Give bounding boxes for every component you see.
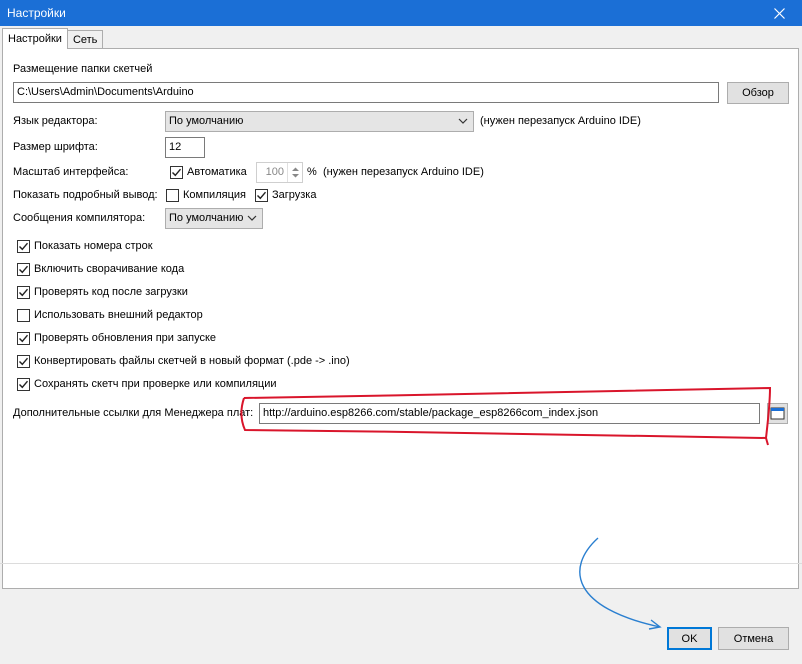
- option-check-updates-checkbox[interactable]: [17, 332, 30, 345]
- window-title: Настройки: [7, 6, 66, 20]
- scale-unit: %: [307, 166, 317, 178]
- editor-language-value: По умолчанию: [169, 115, 244, 127]
- option-verify-upload-checkbox[interactable]: [17, 286, 30, 299]
- scale-auto-checkbox[interactable]: [170, 166, 183, 179]
- checkmark-icon: [19, 288, 29, 297]
- board-urls-edit-button[interactable]: [767, 403, 788, 424]
- tab-settings[interactable]: Настройки: [2, 28, 68, 49]
- scale-note: (нужен перезапуск Arduino IDE): [323, 166, 484, 178]
- chevron-down-icon: [458, 118, 468, 124]
- cancel-button[interactable]: Отмена: [718, 627, 789, 650]
- verbose-compile-checkbox[interactable]: [166, 189, 179, 202]
- checkmark-icon: [19, 242, 29, 251]
- window-edit-icon: [770, 407, 785, 420]
- ok-button[interactable]: OK: [667, 627, 712, 650]
- option-external-editor-label: Использовать внешний редактор: [34, 309, 203, 321]
- option-external-editor-checkbox[interactable]: [17, 309, 30, 322]
- option-line-numbers-checkbox[interactable]: [17, 240, 30, 253]
- sketchbook-label: Размещение папки скетчей: [13, 63, 153, 75]
- editor-language-label: Язык редактора:: [13, 115, 98, 127]
- settings-panel: Размещение папки скетчей C:\Users\Admin\…: [2, 48, 799, 589]
- editor-language-select[interactable]: По умолчанию: [165, 111, 474, 132]
- chevron-down-icon: [247, 215, 257, 221]
- checkmark-icon: [257, 191, 267, 200]
- editor-language-note: (нужен перезапуск Arduino IDE): [480, 115, 641, 127]
- checkmark-icon: [19, 380, 29, 389]
- spinner-arrows-icon[interactable]: [287, 163, 302, 182]
- title-bar: Настройки: [0, 0, 802, 26]
- compiler-warnings-value: По умолчанию: [169, 212, 244, 224]
- close-icon: [773, 7, 785, 19]
- option-convert-sketches-label: Конвертировать файлы скетчей в новый фор…: [34, 355, 350, 367]
- verbose-label: Показать подробный вывод:: [13, 189, 158, 201]
- browse-button[interactable]: Обзор: [727, 82, 789, 104]
- option-save-on-verify-checkbox[interactable]: [17, 378, 30, 391]
- scale-auto-label: Автоматика: [187, 166, 247, 178]
- compiler-warnings-select[interactable]: По умолчанию: [165, 208, 263, 229]
- verbose-upload-checkbox[interactable]: [255, 189, 268, 202]
- tab-network[interactable]: Сеть: [66, 30, 104, 49]
- font-size-label: Размер шрифта:: [13, 141, 98, 153]
- checkmark-icon: [19, 265, 29, 274]
- verbose-upload-label: Загрузка: [272, 189, 317, 201]
- checkmark-icon: [172, 168, 182, 177]
- footer-divider: [0, 563, 802, 564]
- option-line-numbers-label: Показать номера строк: [34, 240, 153, 252]
- option-save-on-verify-label: Сохранять скетч при проверке или компиля…: [34, 378, 277, 390]
- sketchbook-path-input[interactable]: C:\Users\Admin\Documents\Arduino: [13, 82, 719, 103]
- scale-label: Масштаб интерфейса:: [13, 166, 129, 178]
- compiler-warnings-label: Сообщения компилятора:: [13, 212, 146, 224]
- board-urls-label: Дополнительные ссылки для Менеджера плат…: [13, 407, 254, 419]
- tab-strip: Настройки Сеть: [2, 28, 104, 49]
- option-code-folding-checkbox[interactable]: [17, 263, 30, 276]
- checkmark-icon: [19, 334, 29, 343]
- option-code-folding-label: Включить сворачивание кода: [34, 263, 185, 275]
- font-size-input[interactable]: 12: [165, 137, 205, 158]
- checkmark-icon: [19, 357, 29, 366]
- verbose-compile-label: Компиляция: [183, 189, 246, 201]
- option-verify-upload-label: Проверять код после загрузки: [34, 286, 188, 298]
- scale-value: 100: [265, 166, 284, 178]
- scale-spinner[interactable]: 100: [256, 162, 303, 183]
- option-convert-sketches-checkbox[interactable]: [17, 355, 30, 368]
- dialog-body: Настройки Сеть Размещение папки скетчей …: [0, 26, 802, 664]
- close-button[interactable]: [756, 0, 802, 26]
- option-check-updates-label: Проверять обновления при запуске: [34, 332, 217, 344]
- board-urls-input[interactable]: http://arduino.esp8266.com/stable/packag…: [259, 403, 760, 424]
